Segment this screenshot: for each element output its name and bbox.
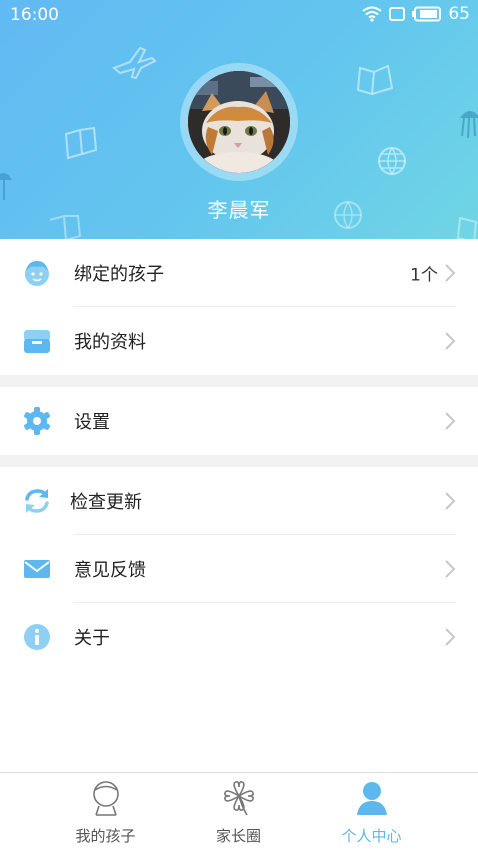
person-icon: [356, 782, 387, 815]
children-count: 1个: [410, 265, 438, 286]
menu-label: 我的资料: [74, 332, 146, 353]
user-name: 李晨军: [207, 198, 271, 222]
menu-label: 设置: [74, 412, 110, 433]
chevron-right-icon: [445, 412, 456, 430]
clover-icon: [223, 781, 254, 816]
menu-item-my-profile[interactable]: 我的资料: [0, 307, 478, 375]
menu-label: 意见反馈: [74, 560, 146, 581]
airplane-icon: [112, 46, 157, 80]
chevron-right-icon: [445, 264, 456, 282]
section-gap: [0, 375, 478, 387]
sim-icon: [389, 7, 406, 21]
chevron-right-icon: [445, 560, 456, 578]
menu-item-settings[interactable]: 设置: [0, 387, 478, 455]
jellyfish-icon: [460, 111, 478, 139]
menu-label: 检查更新: [70, 492, 142, 513]
menu-item-feedback[interactable]: 意见反馈: [0, 535, 478, 603]
status-time: 16:00: [10, 5, 59, 25]
tab-label: 个人中心: [341, 827, 402, 845]
menu-section-settings: 设置: [0, 387, 478, 455]
child-outline-icon: [92, 781, 119, 816]
menu-section-children: 绑定的孩子 1个 我的资料: [0, 239, 478, 375]
menu-section-about: 检查更新 意见反馈 关于: [0, 467, 478, 671]
battery-level: 65: [448, 4, 470, 24]
book-icon: [64, 126, 98, 160]
tab-personal-center[interactable]: 个人中心: [292, 773, 451, 851]
menu-item-check-update[interactable]: 检查更新: [0, 467, 478, 535]
avatar[interactable]: [188, 71, 290, 173]
menu-item-bound-children[interactable]: 绑定的孩子 1个: [0, 239, 478, 307]
bottom-tab-bar: 我的孩子 家长圈 个人中心: [0, 772, 478, 851]
wifi-icon: [362, 6, 382, 22]
cat-photo: [188, 71, 290, 173]
chevron-right-icon: [445, 628, 456, 646]
menu-item-about[interactable]: 关于: [0, 603, 478, 671]
globe-icon: [378, 147, 406, 175]
menu-label: 关于: [74, 628, 110, 649]
profile-header: 16:00 65 李晨军: [0, 0, 478, 239]
status-bar: 16:00 65: [0, 0, 478, 30]
chevron-right-icon: [445, 492, 456, 510]
mail-icon: [24, 560, 50, 578]
status-icons: 65: [362, 4, 470, 24]
profile-box-icon: [24, 330, 50, 353]
chevron-right-icon: [445, 332, 456, 350]
refresh-icon: [25, 489, 49, 513]
section-gap: [0, 455, 478, 467]
menu-label: 绑定的孩子: [74, 264, 164, 285]
gear-icon: [24, 407, 50, 435]
info-icon: [24, 624, 50, 650]
battery-icon: [412, 6, 442, 22]
child-face-icon: [25, 261, 49, 286]
book-icon: [356, 64, 394, 96]
